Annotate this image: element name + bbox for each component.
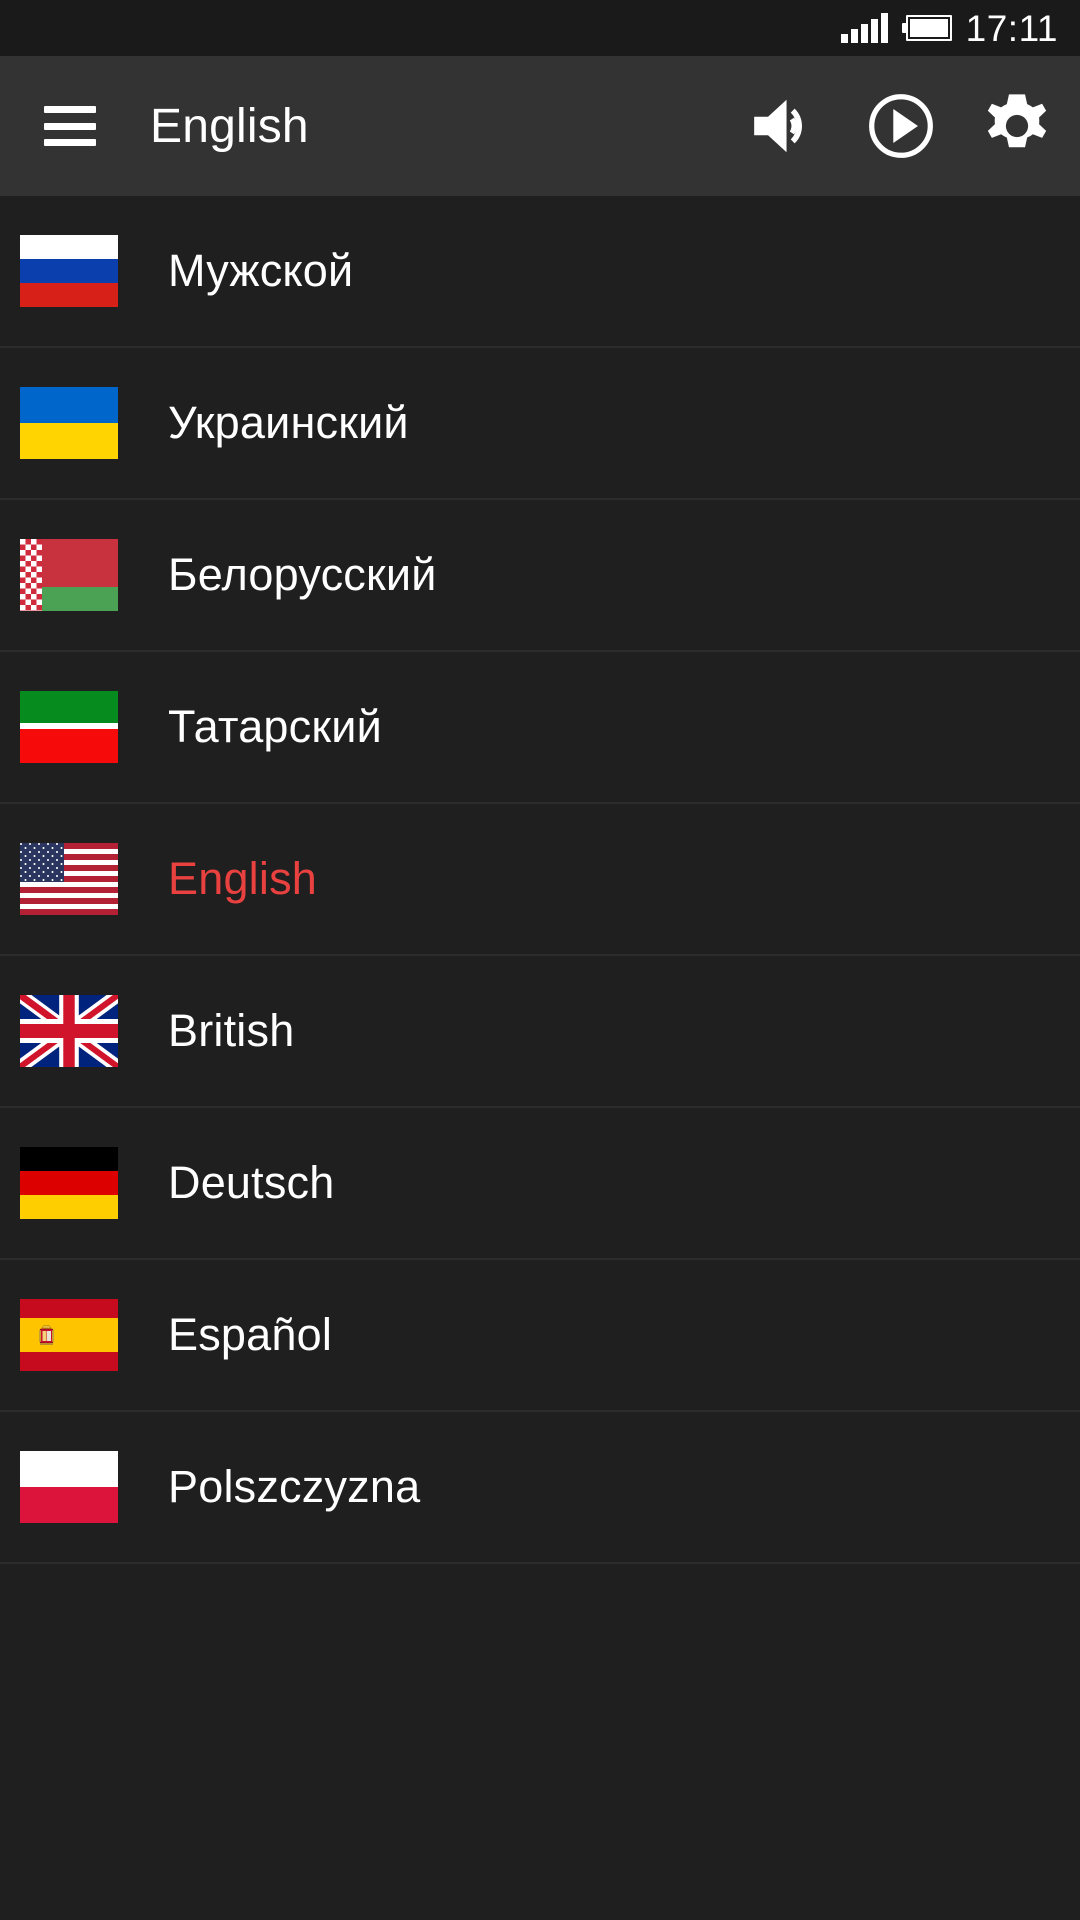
language-list-item-label: Татарский — [168, 701, 382, 752]
language-list-item-label: Мужской — [168, 245, 354, 296]
poland-flag-icon — [20, 1451, 118, 1523]
page-title: English — [150, 99, 309, 153]
language-list-item[interactable]: Татарский — [0, 652, 1080, 804]
language-list-item[interactable]: Украинский — [0, 348, 1080, 500]
russia-flag-icon — [20, 235, 118, 307]
signal-bars-icon — [840, 13, 888, 43]
ukraine-flag-icon — [20, 387, 118, 459]
spain-flag-icon — [20, 1299, 118, 1371]
status-bar-clock: 17:11 — [965, 7, 1058, 49]
usa-flag-icon — [20, 843, 118, 915]
language-list: Мужской Украинский Белорусский Татарский Eng… — [0, 196, 1080, 1564]
language-list-item[interactable]: Deutsch — [0, 1108, 1080, 1260]
toolbar-actions — [748, 89, 1054, 163]
play-circle-icon[interactable] — [864, 89, 938, 163]
germany-flag-icon — [20, 1147, 118, 1219]
united-kingdom-flag-icon — [20, 995, 118, 1067]
language-list-item[interactable]: Español — [0, 1260, 1080, 1412]
tatarstan-flag-icon — [20, 691, 118, 763]
language-list-item-label: English — [168, 853, 317, 904]
language-list-item[interactable]: English — [0, 804, 1080, 956]
language-list-item[interactable]: Белорусский — [0, 500, 1080, 652]
language-list-item[interactable]: Мужской — [0, 196, 1080, 348]
language-list-item-label: Белорусский — [168, 549, 437, 600]
language-list-item[interactable]: Polszczyzna — [0, 1412, 1080, 1564]
gear-icon[interactable] — [980, 89, 1054, 163]
status-bar: 17:11 — [0, 0, 1080, 56]
hamburger-menu-icon[interactable] — [44, 106, 96, 146]
language-list-item-label: Español — [168, 1309, 333, 1360]
speaker-icon[interactable] — [748, 89, 822, 163]
language-list-item-label: Polszczyzna — [168, 1461, 421, 1512]
language-list-item-label: Deutsch — [168, 1157, 335, 1208]
language-list-item[interactable]: British — [0, 956, 1080, 1108]
language-list-item-label: British — [168, 1005, 295, 1056]
battery-icon — [901, 15, 952, 41]
belarus-flag-icon — [20, 539, 118, 611]
app-toolbar: English — [0, 56, 1080, 196]
language-list-item-label: Украинский — [168, 397, 409, 448]
